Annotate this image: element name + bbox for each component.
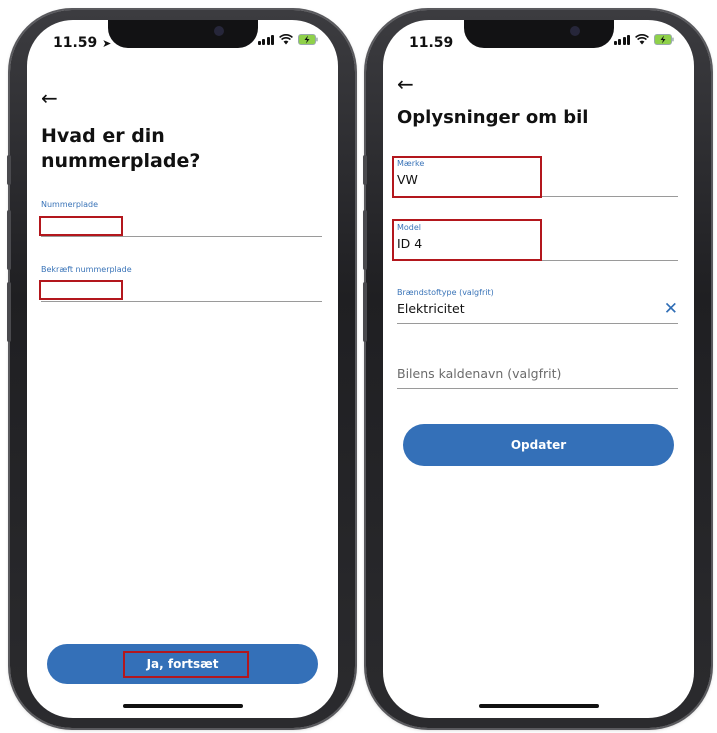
confirm-license-plate-label: Bekræft nummerplade	[41, 265, 132, 274]
location-arrow-icon: ➤	[102, 37, 112, 50]
signal-icon	[257, 34, 274, 45]
mute-switch	[7, 155, 11, 185]
confirm-license-plate-underline	[41, 301, 322, 302]
page-title: Oplysninger om bil	[397, 107, 589, 128]
status-time-text: 11.59	[53, 35, 98, 51]
status-time-text: 11.59	[409, 35, 454, 51]
page-title-line-2: nummerplade?	[41, 150, 201, 172]
battery-charging-icon	[654, 34, 674, 45]
nickname-underline	[397, 388, 678, 389]
fuel-type-field[interactable]: Brændstoftype (valgfrit) Elektricitet ✕	[397, 288, 678, 328]
wifi-icon	[635, 34, 649, 45]
highlight-box-continue	[123, 651, 249, 678]
signal-icon	[613, 34, 630, 45]
camera-icon	[569, 26, 580, 36]
phone-frame-left: 11.59 ➤ ← Hvad er din nummerplade? Numme…	[7, 10, 355, 728]
highlight-box-confirm-plate	[39, 280, 123, 300]
status-time: 11.59	[409, 35, 453, 51]
highlight-box-license-plate	[39, 216, 123, 236]
notch	[107, 20, 258, 48]
back-button[interactable]: ←	[41, 88, 58, 108]
screen-license-plate: 11.59 ➤ ← Hvad er din nummerplade? Numme…	[27, 20, 338, 718]
status-icons	[613, 34, 675, 45]
highlight-box-make	[392, 156, 542, 198]
status-icons	[257, 34, 319, 45]
notch	[463, 20, 614, 48]
close-icon[interactable]: ✕	[664, 301, 678, 318]
mute-switch	[363, 155, 367, 185]
fuel-type-label: Brændstoftype (valgfrit)	[397, 288, 494, 297]
nickname-field[interactable]: Bilens kaldenavn (valgfrit)	[397, 366, 678, 396]
license-plate-underline	[41, 236, 322, 237]
home-indicator[interactable]	[478, 704, 599, 708]
volume-down-button	[7, 282, 11, 342]
battery-charging-icon	[298, 34, 318, 45]
volume-down-button	[363, 282, 367, 342]
volume-up-button	[7, 210, 11, 270]
volume-up-button	[363, 210, 367, 270]
fuel-type-underline	[397, 323, 678, 324]
screen-car-details: 11.59 ← Oplysninger om bil Mærke VW Mode…	[383, 20, 694, 718]
highlight-box-model	[392, 219, 542, 261]
wifi-icon	[279, 34, 293, 45]
nickname-placeholder[interactable]: Bilens kaldenavn (valgfrit)	[397, 366, 678, 381]
phone-frame-right: 11.59 ← Oplysninger om bil Mærke VW Mode…	[363, 10, 711, 728]
camera-icon	[213, 26, 224, 36]
update-button-label: Opdater	[510, 438, 567, 452]
license-plate-label: Nummerplade	[41, 200, 99, 209]
home-indicator[interactable]	[122, 704, 243, 708]
fuel-type-input[interactable]: Elektricitet	[397, 301, 678, 316]
page-title-line-1: Hvad er din	[41, 125, 165, 147]
update-button[interactable]: Opdater	[403, 424, 674, 466]
back-button[interactable]: ←	[397, 74, 414, 94]
status-time: 11.59 ➤	[53, 35, 111, 51]
page-title: Hvad er din nummerplade?	[41, 124, 200, 174]
